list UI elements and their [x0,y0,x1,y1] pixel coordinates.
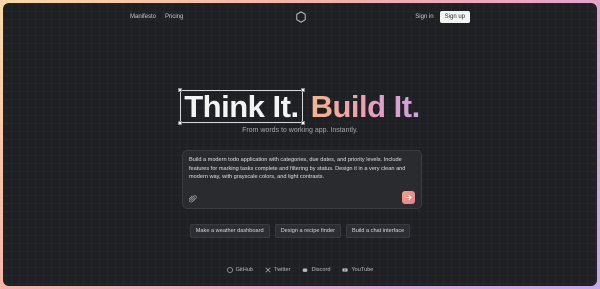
paperclip-icon[interactable] [189,195,197,203]
send-button[interactable] [402,191,415,204]
hero-heading: Think It. Build It. [3,88,597,125]
prompt-box[interactable]: Build a modern todo application with cat… [182,150,422,209]
suggestion-chip[interactable]: Design a recipe finder [274,224,341,238]
top-nav-right: Sign in Sign up [415,11,470,23]
app-frame: Manifesto Pricing Sign in Sign up Think … [3,3,597,286]
github-icon [226,267,233,273]
suggestion-chip[interactable]: Build a chat interface [345,224,411,238]
hero-subtitle: From words to working app. Instantly. [242,127,358,134]
resize-handle-icon [178,88,183,92]
prompt-input[interactable]: Build a modern todo application with cat… [189,156,417,182]
footer-link-label: Twitter [273,267,291,273]
footer-link-github[interactable]: GitHub [226,267,253,273]
discord-icon [303,268,308,272]
footer-link-twitter[interactable]: Twitter [265,267,290,273]
footer-social-links: GitHub Twitter Discord YouTube [3,267,597,273]
youtube-icon [342,268,349,272]
hero-selection-box: Think It. [178,88,305,125]
resize-handle-icon [178,121,183,125]
footer-link-discord[interactable]: Discord [302,267,330,273]
footer-link-label: GitHub [235,267,253,273]
footer-link-label: Discord [311,267,331,273]
resize-handle-icon [300,88,305,92]
footer-link-youtube[interactable]: YouTube [342,267,373,273]
hexagon-logo-icon[interactable] [296,11,306,23]
nav-link-manifesto[interactable]: Manifesto [130,14,156,20]
hero-word-build: Build It. [310,89,421,124]
signup-button[interactable]: Sign up [439,11,470,23]
twitter-icon [265,267,271,273]
nav-link-pricing[interactable]: Pricing [165,14,183,20]
footer-link-label: YouTube [351,267,374,273]
hero-word-think: Think It. [184,89,299,124]
suggestion-chip[interactable]: Make a weather dashboard [189,224,270,238]
arrow-right-icon [405,194,412,201]
resize-handle-icon [300,121,305,125]
signin-link[interactable]: Sign in [415,14,433,20]
suggestion-chips: Make a weather dashboard Design a recipe… [3,224,597,238]
top-nav-left: Manifesto Pricing [130,14,183,20]
